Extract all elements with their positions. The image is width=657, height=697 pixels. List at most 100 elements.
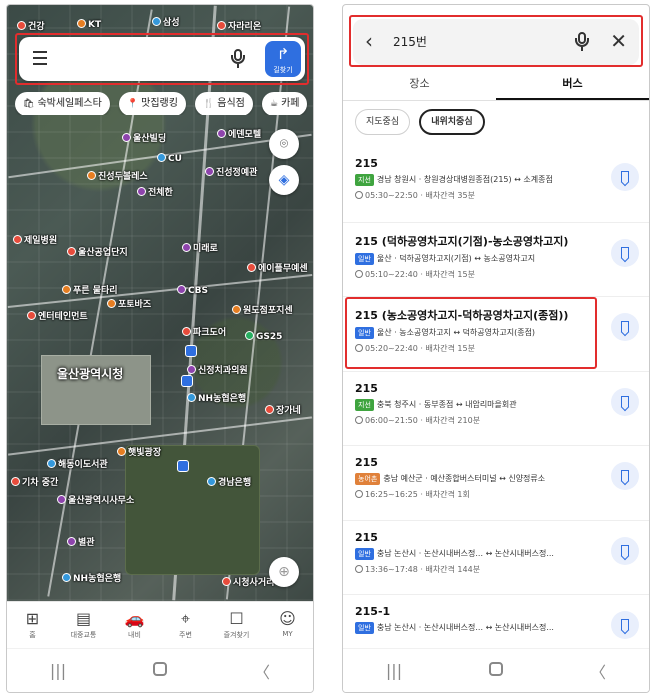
route-region: 충남 논산시 [376,548,417,558]
location-pin-icon[interactable]: ⌾ [269,129,299,159]
clock-icon [355,415,363,424]
poi-label[interactable]: 신정치과의원 [187,363,248,376]
poi-label[interactable]: 울산공업단지 [67,245,128,258]
poi-label[interactable]: 포토바즈 [107,297,151,310]
poi-label[interactable]: 전체한 [137,185,173,198]
poi-label[interactable]: 제일병원 [13,233,57,246]
nav-home[interactable]: ⊞ 홈 [7,602,58,649]
home-icon[interactable] [140,661,180,680]
filter-map-center[interactable]: 지도중심 [355,109,411,135]
poi-label[interactable]: 기차 중간 [11,475,58,488]
nav-my[interactable]: ☺ MY [262,602,313,649]
bus-stop-icon[interactable] [185,345,197,357]
poi-label[interactable]: 진성두볼레스 [87,169,148,182]
map-screen: 건강 KT 삼성 자라리온 울산빌딩 에덴모텔 CU 진성정예관 진성두볼레스 … [6,4,314,693]
bookmark-icon[interactable] [611,387,639,416]
pin-icon: 📍 [126,99,139,109]
chip-restaurant[interactable]: 🍴 음식점 [195,92,253,115]
poi-label[interactable]: 원도점포지센 [232,303,293,316]
nav-label: 즐겨찾기 [223,631,250,639]
bus-route-item[interactable]: 215 지선 경남 창원시 · 창원경상대병원종점(215) ↔ 소계종점 05:30… [343,147,649,222]
poi-label[interactable]: 진성정예관 [205,165,257,178]
poi-label[interactable]: 자라리온 [217,19,261,32]
route-info: 지선 충북 청주시 · 동부종점 ↔ 내암리마을회관 [355,398,601,411]
bus-route-item[interactable]: 215 농어촌 충남 예산군 · 예산종합버스터미널 ↔ 신양정류소 16:25~16… [343,445,649,520]
poi-label[interactable]: 건강 [17,19,45,32]
route-info: 일반 충남 논산시 · 논산시내버스정... ↔ 논산시내버스정... [355,547,601,560]
poi-label[interactable]: 삼성 [152,15,180,28]
bookmark-icon[interactable] [611,313,639,341]
poi-label[interactable]: 파크도어 [182,325,226,338]
sort-filters: 지도중심 내위치중심 [355,109,489,135]
city-hall-label[interactable]: 울산광역시청 [57,365,177,405]
back-icon[interactable]: 〈 [242,659,282,683]
poi-label[interactable]: CBS [177,285,208,296]
bus-route-item[interactable]: 215 (덕하공영차고지(기점)-농소공영차고지) 일반 울산 · 덕하공영차고지(… [343,221,649,297]
current-location-icon[interactable]: ⊕ [269,557,299,587]
recents-icon[interactable]: ||| [38,661,78,680]
system-navigation-bar: ||| 〈 [343,648,649,692]
bookmark-icon[interactable] [611,163,639,191]
home-icon[interactable] [476,661,516,680]
location-icon: ⌖ [180,609,190,628]
route-time: 13:36~17:48 [365,564,418,574]
route-time: 05:10~22:40 [365,269,418,279]
poi-label[interactable]: 해동이도서관 [47,457,108,470]
poi-label[interactable]: NH농협은행 [187,391,246,404]
route-region: 경남 창원시 [376,175,417,184]
poi-label[interactable]: 울산광역시사무소 [57,493,134,506]
bus-stop-icon[interactable] [181,375,193,387]
home-grid-icon: ⊞ [25,609,40,628]
poi-label[interactable]: 미래로 [182,241,218,254]
poi-label[interactable]: NH농협은행 [62,571,121,584]
bus-route-list: 215 지선 경남 창원시 · 창원경상대병원종점(215) ↔ 소계종점 05:30… [343,147,649,669]
chip-lodging-sale[interactable]: 🛍 숙박세일페스타 [15,92,110,115]
poi-label[interactable]: 푸른 물타리 [62,283,118,296]
clock-icon [355,490,363,498]
chip-restaurant-ranking[interactable]: 📍 맛집랭킹 [118,92,186,115]
route-title: 215 (덕하공영차고지(기점)-농소공영차고지) [355,234,569,248]
route-title: 215 [355,381,378,395]
bookmark-icon[interactable] [611,611,639,639]
bus-stop-icon[interactable] [177,460,189,472]
poi-label[interactable]: 장가네 [265,403,301,416]
route-title: 215-1 [355,605,391,618]
chip-label: 음식점 [217,98,245,109]
bookmark-icon[interactable] [611,238,639,267]
bus-route-item[interactable]: 215 지선 충북 청주시 · 동부종점 ↔ 내암리마을회관 06:00~21:50 … [343,370,649,446]
route-title: 215 [355,456,378,469]
filter-my-location[interactable]: 내위치중심 [419,109,485,135]
poi-label[interactable]: 엔터테인먼트 [27,309,88,322]
back-icon[interactable]: 〈 [578,659,618,683]
chip-cafe[interactable]: ☕ 카페 [261,92,308,115]
poi-label[interactable]: 별관 [67,535,95,548]
poi-label[interactable]: CU [157,153,182,164]
recents-icon[interactable]: ||| [374,661,414,680]
nav-transit[interactable]: ▤ 대중교통 [58,602,109,649]
route-type-badge: 지선 [355,174,374,186]
park-area [125,445,260,575]
poi-label[interactable]: GS25 [245,331,282,342]
poi-label[interactable]: 시청사거리 [222,575,274,588]
poi-label[interactable]: KT [77,19,101,30]
nav-favorites[interactable]: ☐ 즐겨찾기 [211,602,262,649]
bookmark-icon[interactable] [611,462,639,490]
bookmark-icon[interactable] [611,536,639,565]
poi-label[interactable]: 에이플무예센 [247,261,308,274]
poi-label[interactable]: 울산빌딩 [122,131,166,144]
route-type-badge: 농어촌 [355,473,381,485]
nav-nearby[interactable]: ⌖ 주변 [160,602,211,649]
bus-route-item[interactable]: 215 일반 충남 논산시 · 논산시내버스정... ↔ 논산시내버스정... 13:… [343,519,649,595]
poi-label[interactable]: 햇빛광장 [117,445,161,458]
tab-bus[interactable]: 버스 [496,69,649,100]
route-type-badge: 지선 [355,398,374,411]
route-time: 16:25~16:25 [365,490,418,499]
nav-navigation[interactable]: 🚗 내비 [109,602,160,649]
route-info: 지선 경남 창원시 · 창원경상대병원종점(215) ↔ 소계종점 [355,174,601,186]
poi-label[interactable]: 경남은행 [207,475,251,488]
layers-icon[interactable]: ◈ [269,165,299,195]
tab-places[interactable]: 장소 [343,69,496,100]
nav-label: 대중교통 [70,631,97,639]
poi-label[interactable]: 에덴모텔 [217,127,261,140]
clock-icon [355,191,363,199]
